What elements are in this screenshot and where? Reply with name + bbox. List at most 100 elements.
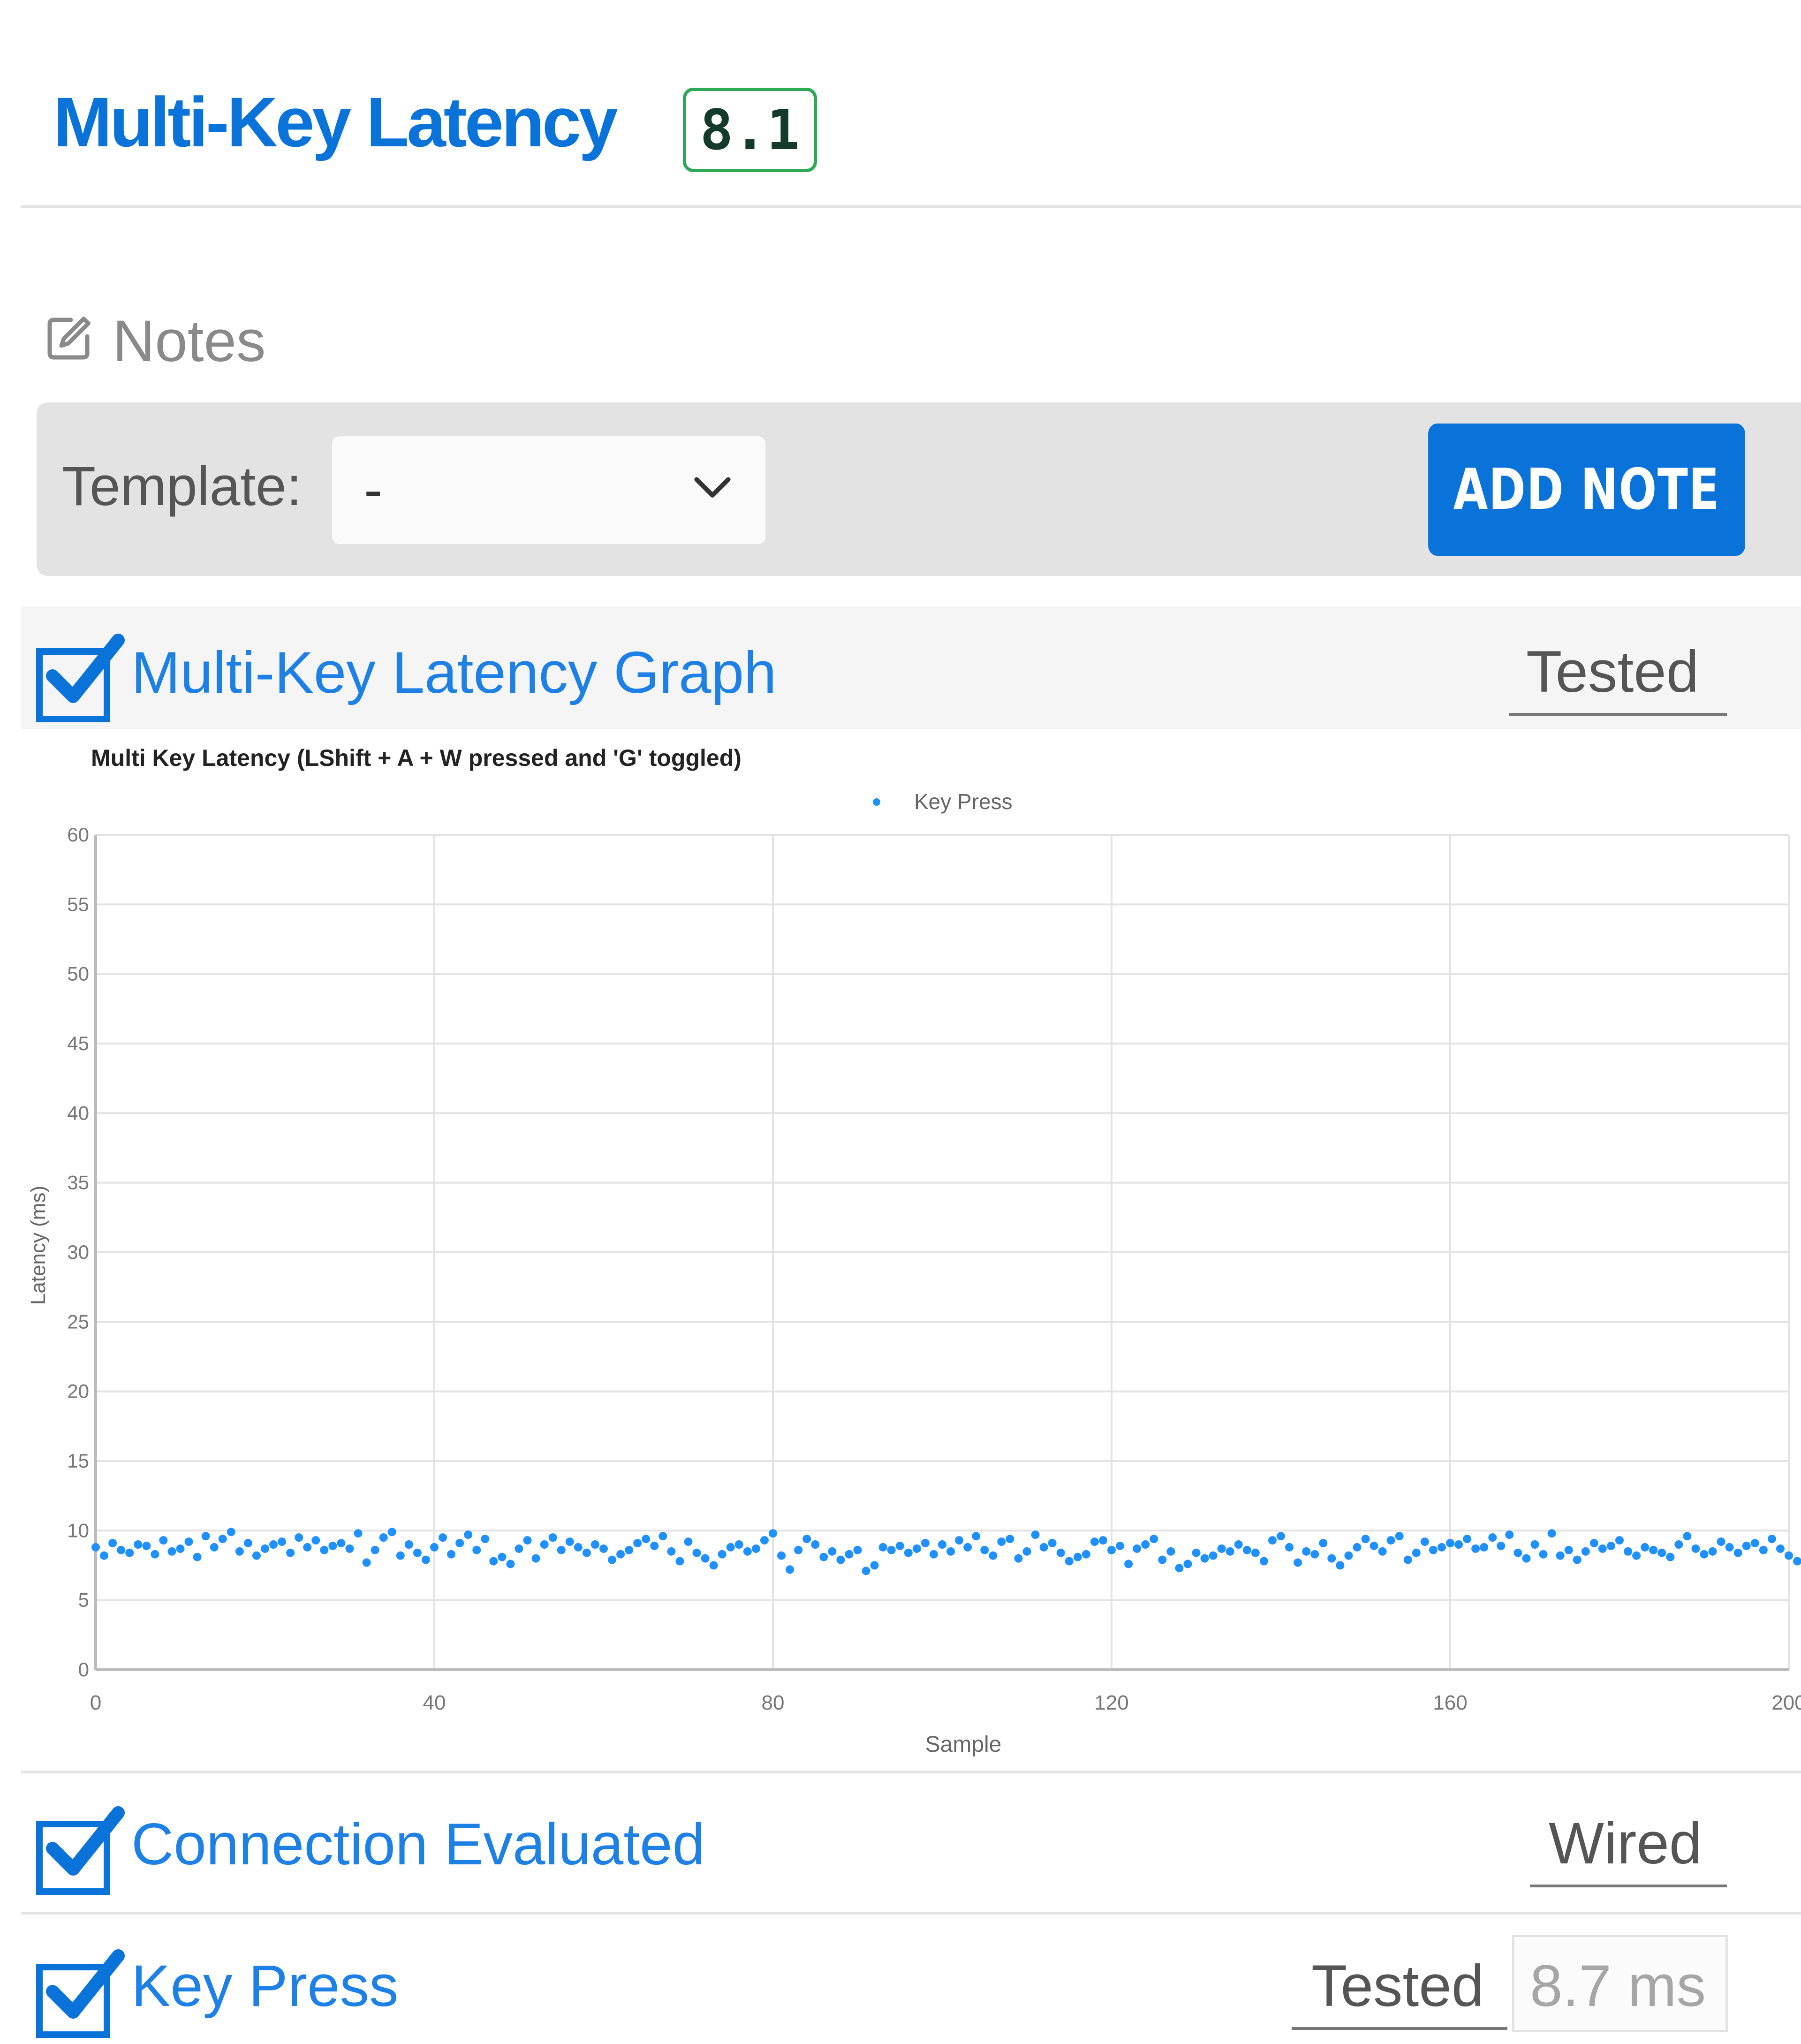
data-point xyxy=(1082,1550,1090,1559)
y-tick-label: 25 xyxy=(67,1310,89,1332)
edit-note-icon[interactable] xyxy=(40,310,97,367)
chart-title: Multi Key Latency (LShift + A + W presse… xyxy=(91,745,742,771)
chevron-down-icon[interactable] xyxy=(691,472,734,505)
data-point xyxy=(1615,1536,1624,1545)
connection-row-value[interactable]: Wired xyxy=(1549,1814,1702,1873)
data-point xyxy=(684,1537,693,1546)
data-point xyxy=(1048,1539,1057,1548)
data-point xyxy=(794,1545,803,1554)
data-point xyxy=(1327,1554,1336,1563)
data-point xyxy=(295,1533,303,1542)
data-point xyxy=(701,1554,710,1563)
checkbox-checked-icon[interactable] xyxy=(34,1803,128,1897)
checkbox-checked-icon[interactable] xyxy=(34,631,128,725)
template-label: Template: xyxy=(62,455,302,517)
score-badge: 8.1 xyxy=(683,88,817,172)
data-point xyxy=(675,1557,684,1566)
data-point xyxy=(1793,1557,1801,1566)
data-point xyxy=(218,1535,227,1544)
data-point xyxy=(845,1550,854,1559)
data-point xyxy=(1395,1532,1404,1541)
data-point xyxy=(481,1535,490,1544)
data-point xyxy=(362,1558,371,1567)
keypress-row-label: Key Press xyxy=(131,1953,399,2019)
data-point xyxy=(1657,1548,1666,1557)
data-point xyxy=(455,1539,464,1548)
data-point xyxy=(1742,1541,1751,1550)
data-point xyxy=(1039,1543,1048,1552)
data-point xyxy=(91,1543,100,1552)
x-tick-label: 120 xyxy=(1094,1691,1128,1714)
data-point xyxy=(1090,1537,1099,1546)
data-point xyxy=(1234,1540,1243,1549)
data-point xyxy=(1641,1543,1650,1552)
data-point xyxy=(548,1533,557,1542)
data-point xyxy=(667,1547,676,1556)
data-point xyxy=(692,1548,701,1557)
data-point xyxy=(337,1539,346,1548)
graph-row-value[interactable]: Tested xyxy=(1526,643,1699,701)
data-point xyxy=(489,1557,498,1566)
data-point xyxy=(1505,1530,1514,1539)
data-point xyxy=(1294,1558,1302,1567)
data-point xyxy=(1480,1543,1489,1552)
data-point xyxy=(972,1532,981,1541)
data-point xyxy=(235,1547,244,1556)
keypress-row-value[interactable]: Tested xyxy=(1311,1957,1484,2015)
data-point xyxy=(498,1552,507,1561)
data-point xyxy=(142,1541,151,1550)
data-point xyxy=(1209,1551,1218,1560)
checkbox-checked-icon[interactable] xyxy=(34,1946,128,2040)
data-point xyxy=(938,1540,946,1549)
data-point xyxy=(946,1547,955,1556)
data-point xyxy=(1141,1540,1150,1549)
latency-chart: Multi Key Latency (LShift + A + W presse… xyxy=(27,745,1801,1757)
data-point xyxy=(540,1540,549,1549)
data-point xyxy=(1116,1541,1125,1550)
data-point xyxy=(1378,1547,1387,1556)
data-point xyxy=(887,1545,896,1554)
keypress-measurement-value: 8.7 ms xyxy=(1530,1953,1706,2019)
data-point xyxy=(1564,1545,1573,1554)
data-point xyxy=(464,1530,473,1539)
data-point xyxy=(125,1548,134,1557)
data-point xyxy=(1361,1535,1370,1544)
data-point xyxy=(1014,1554,1023,1563)
data-point xyxy=(1259,1557,1268,1566)
data-point xyxy=(1429,1545,1438,1554)
data-point xyxy=(531,1554,540,1563)
data-point xyxy=(836,1555,845,1564)
data-point xyxy=(184,1537,193,1546)
data-point xyxy=(345,1544,354,1553)
data-point xyxy=(1166,1547,1175,1556)
data-point xyxy=(1302,1547,1311,1556)
data-point xyxy=(1522,1554,1531,1563)
data-point xyxy=(1708,1547,1717,1556)
data-point xyxy=(439,1533,447,1542)
data-point xyxy=(1056,1548,1065,1557)
data-point xyxy=(1606,1541,1615,1550)
data-point xyxy=(176,1544,185,1553)
data-point xyxy=(506,1559,515,1568)
data-point xyxy=(413,1548,422,1557)
data-point xyxy=(108,1539,117,1548)
data-point xyxy=(1581,1547,1590,1556)
data-point xyxy=(303,1543,312,1552)
legend-marker xyxy=(873,798,880,806)
data-point xyxy=(328,1541,337,1550)
data-point xyxy=(1674,1540,1683,1549)
data-point xyxy=(1098,1536,1107,1545)
data-point xyxy=(320,1545,329,1554)
data-point xyxy=(904,1548,913,1557)
data-point xyxy=(430,1543,439,1552)
data-point xyxy=(371,1545,379,1554)
data-point xyxy=(1031,1530,1040,1539)
data-point xyxy=(1649,1545,1658,1554)
y-tick-label: 0 xyxy=(78,1658,89,1681)
data-point xyxy=(557,1545,566,1554)
add-note-button[interactable]: ADD NOTE xyxy=(1428,424,1745,556)
data-point xyxy=(159,1536,168,1545)
data-point xyxy=(734,1540,743,1549)
data-point xyxy=(1133,1544,1142,1553)
keypress-row-value-underline xyxy=(1292,2027,1507,2030)
